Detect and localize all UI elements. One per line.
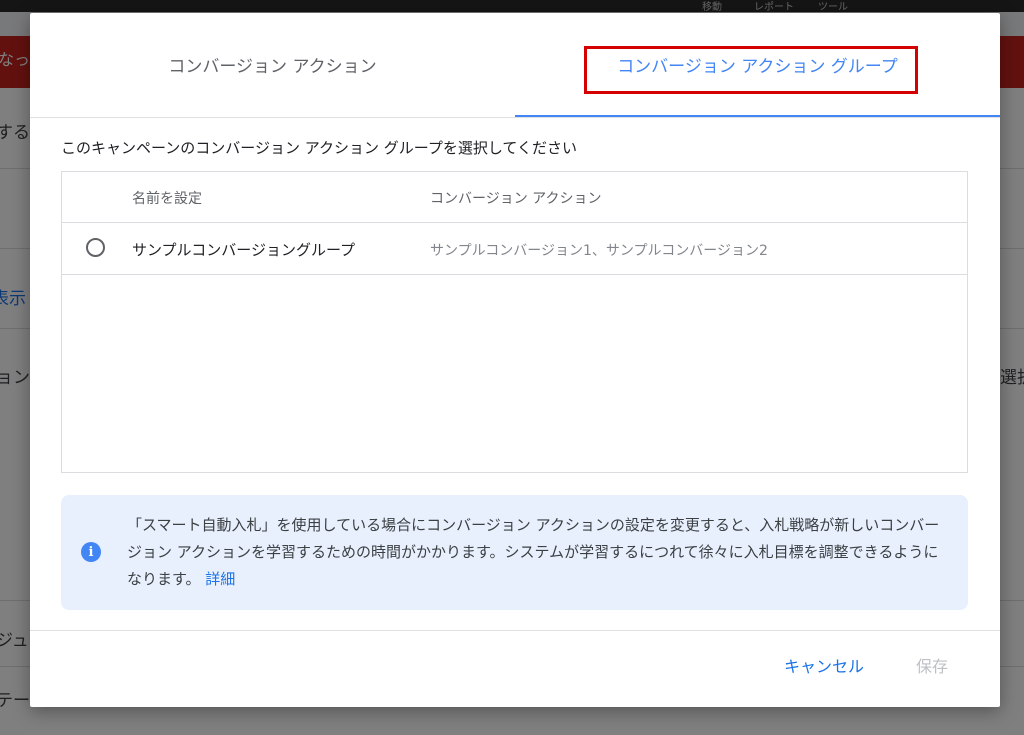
info-notice: i 「スマート自動入札」を使用している場合にコンバージョン アクションの設定を変… xyxy=(61,495,968,610)
info-text: 「スマート自動入札」を使用している場合にコンバージョン アクションの設定を変更す… xyxy=(127,512,947,593)
row-radio-button[interactable] xyxy=(86,238,105,257)
footer-divider xyxy=(30,630,1000,631)
tab-label: コンバージョン アクション グループ xyxy=(617,57,898,77)
active-tab-indicator xyxy=(515,115,1000,117)
conversion-group-table: 名前を設定 コンバージョン アクション サンプルコンバージョングループ サンプル… xyxy=(61,171,968,473)
column-header-actions[interactable]: コンバージョン アクション xyxy=(430,188,601,208)
info-icon: i xyxy=(81,542,101,562)
group-actions-cell: サンプルコンバージョン1、サンプルコンバージョン2 xyxy=(430,243,768,259)
table-row[interactable]: サンプルコンバージョングループ サンプルコンバージョン1、サンプルコンバージョン… xyxy=(62,223,967,275)
info-message: 「スマート自動入札」を使用している場合にコンバージョン アクションの設定を変更す… xyxy=(127,516,940,588)
conversion-action-dialog: コンバージョン アクション コンバージョン アクション グループ このキャンペー… xyxy=(30,13,1000,707)
tab-conversion-action-groups[interactable]: コンバージョン アクション グループ xyxy=(515,13,1000,117)
table-header: 名前を設定 コンバージョン アクション xyxy=(62,172,967,223)
tab-conversion-actions[interactable]: コンバージョン アクション xyxy=(30,13,515,116)
dialog-instruction: このキャンペーンのコンバージョン アクション グループを選択してください xyxy=(61,139,577,157)
group-name-cell: サンプルコンバージョングループ xyxy=(132,241,356,259)
tab-label: コンバージョン アクション xyxy=(168,57,377,77)
learn-more-link[interactable]: 詳細 xyxy=(205,570,235,588)
cancel-button[interactable]: キャンセル xyxy=(784,653,864,677)
save-button[interactable]: 保存 xyxy=(916,653,948,677)
column-header-name[interactable]: 名前を設定 xyxy=(132,188,202,208)
tab-bar: コンバージョン アクション コンバージョン アクション グループ xyxy=(30,13,1000,118)
